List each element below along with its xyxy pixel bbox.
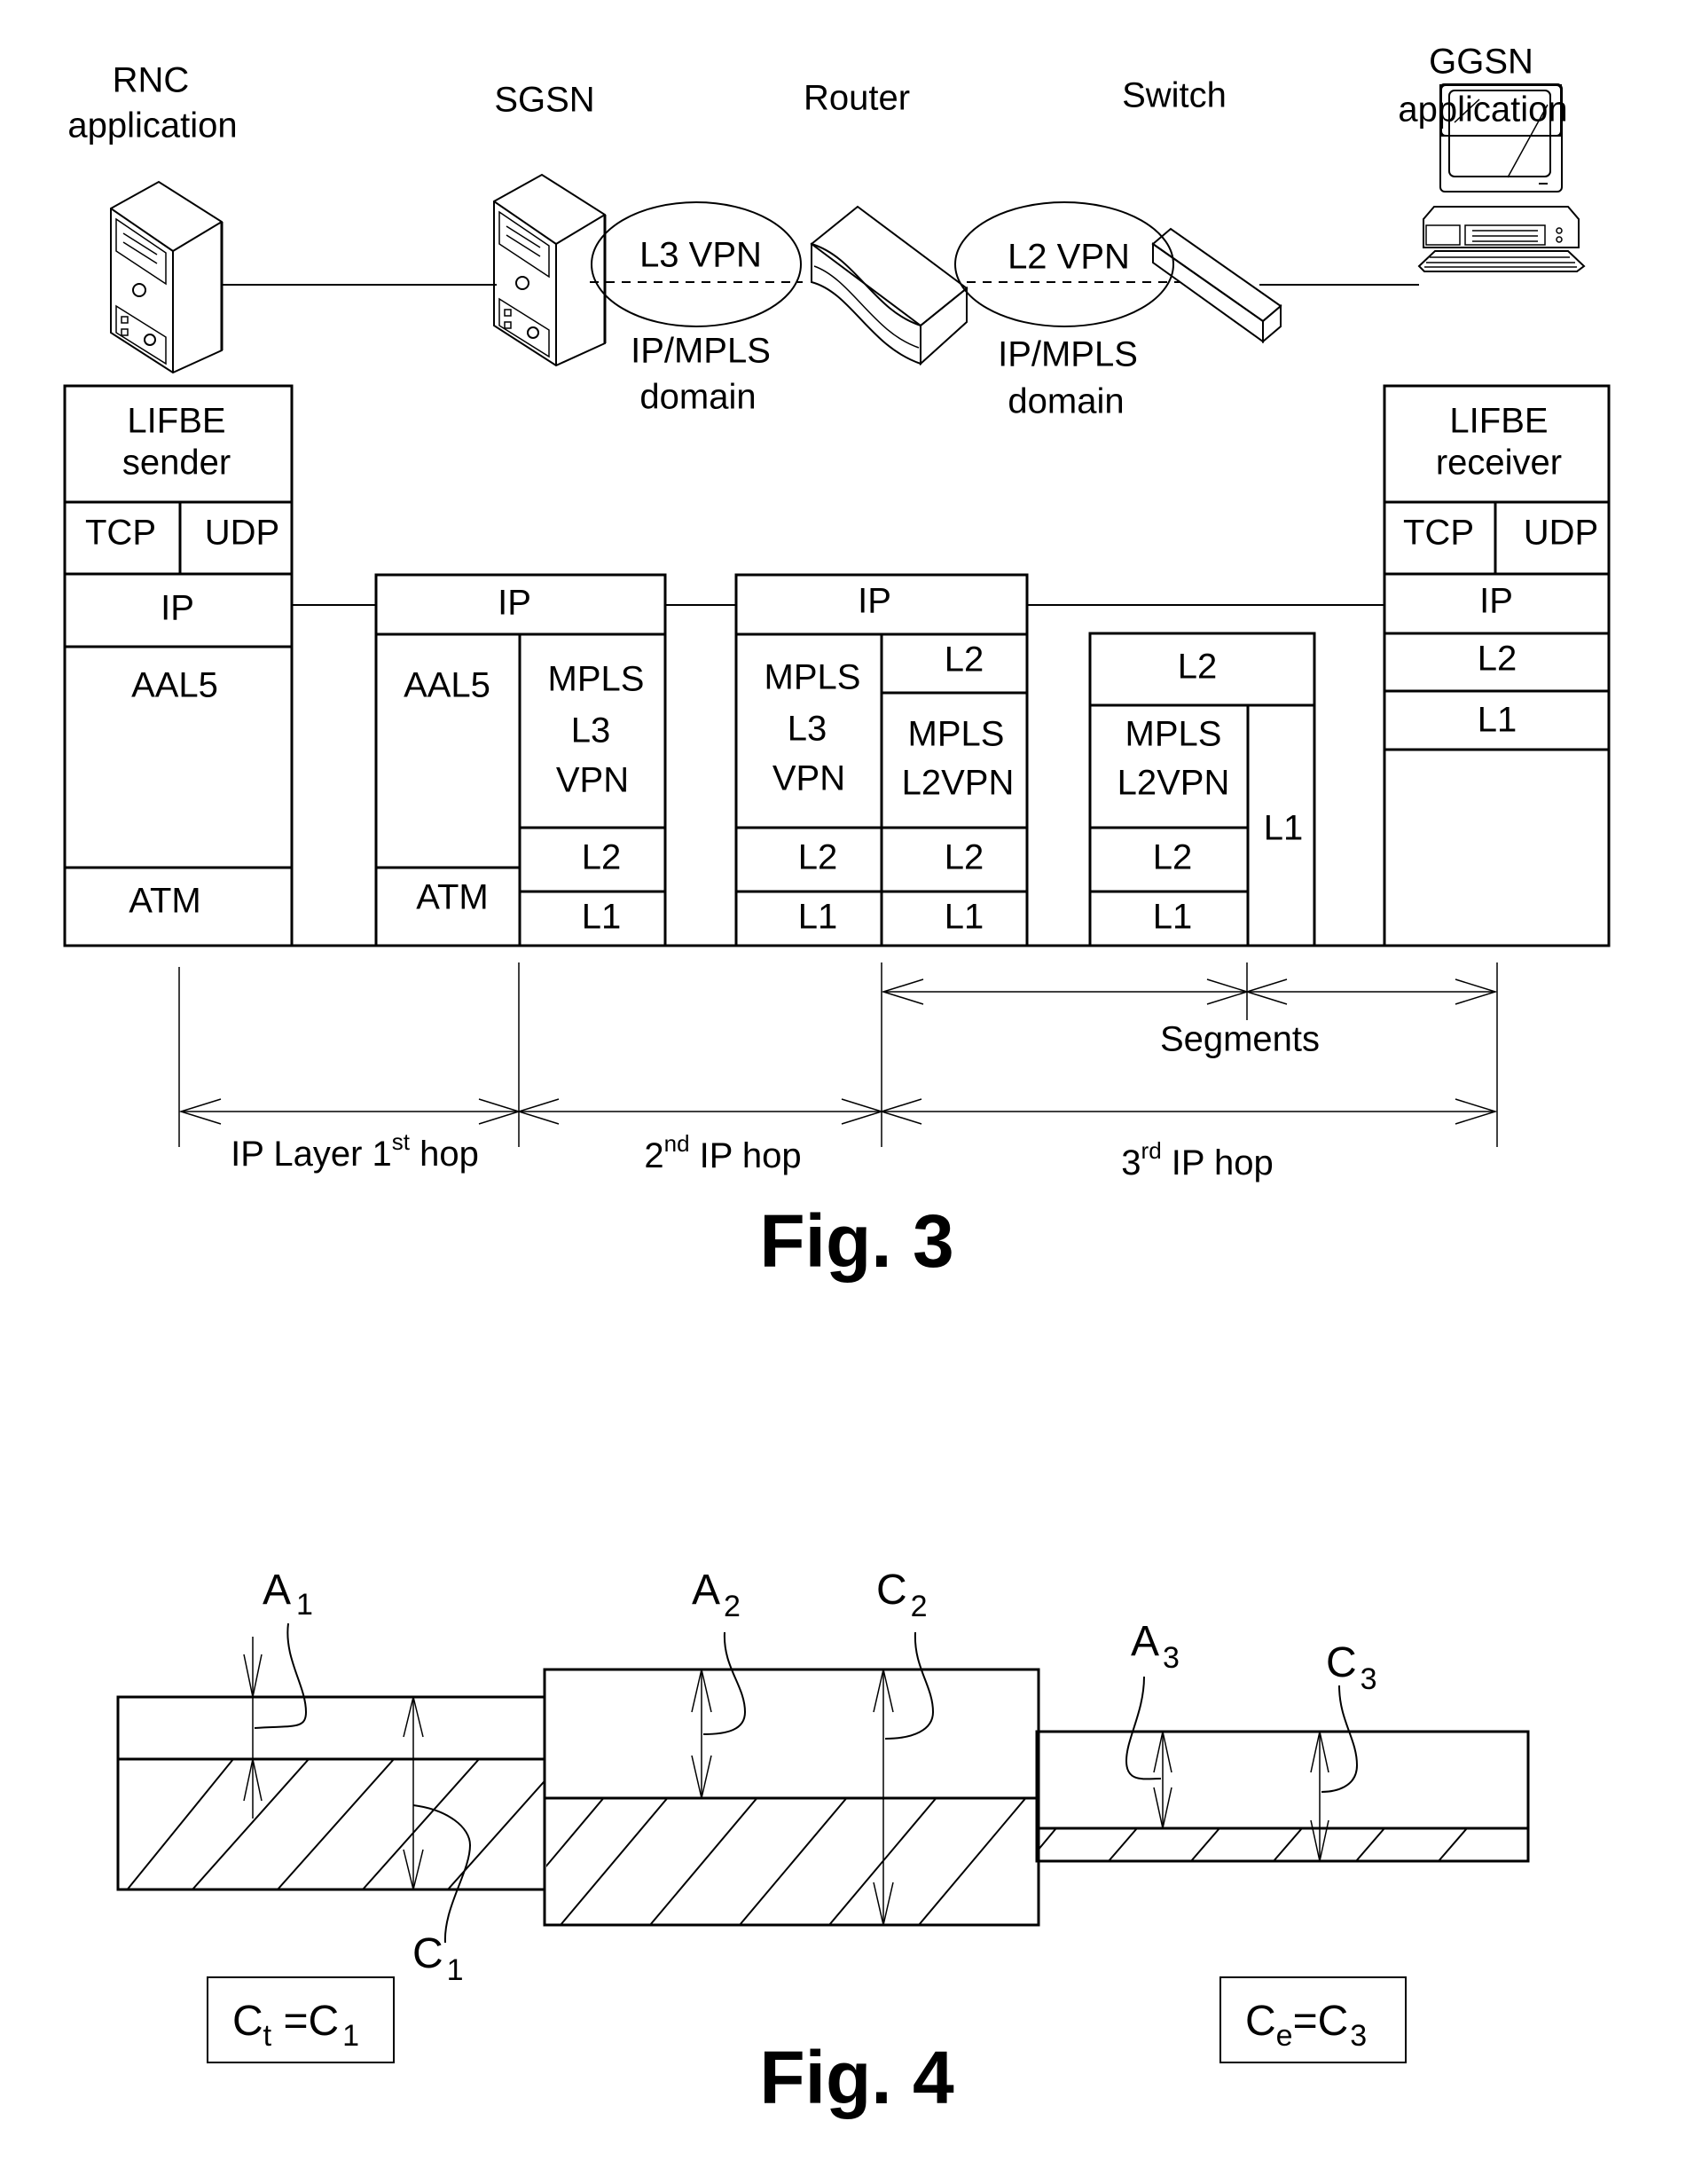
hatch-used-capacity: [1037, 1828, 1468, 1861]
label-a1: A1: [263, 1567, 313, 1622]
rnc-label-line2: application: [67, 106, 237, 145]
layer-app-line2: sender: [122, 444, 231, 483]
layer-l1: L1: [1478, 701, 1517, 740]
hop-3-label: 3rd IP hop: [1121, 1137, 1273, 1182]
dimension-arrows: [243, 1637, 1329, 1926]
hatch-used-capacity: [126, 1759, 545, 1889]
equation-box-threshold: Ct =C 1: [207, 1976, 395, 2063]
switch-label: Switch: [1122, 76, 1227, 115]
layer-right-l1: L1: [945, 898, 984, 937]
label-c3: C3: [1326, 1639, 1377, 1696]
fig-3-caption: Fig. 3: [759, 1199, 953, 1283]
l3-domain-label-line2: domain: [639, 378, 756, 417]
layer-udp: UDP: [1524, 514, 1598, 553]
layer-left-mpls-line3: VPN: [772, 759, 845, 798]
figure-3: RNC application SGSN Router Switch GGSN …: [63, 43, 1611, 1283]
segments-label: Segments: [1160, 1020, 1320, 1059]
label-c1: C1: [412, 1930, 464, 1987]
layer-ip: IP: [858, 582, 891, 621]
fig-4-caption: Fig. 4: [759, 2036, 954, 2119]
l3-domain-label-line1: IP/MPLS: [631, 332, 771, 371]
layer-top-l2: L2: [1178, 648, 1218, 687]
router-label: Router: [804, 79, 910, 118]
server-tower-icon: [493, 173, 607, 367]
layer-tcp: TCP: [85, 514, 156, 553]
layer-right-l2: L2: [945, 838, 984, 877]
stack-sgsn: IP AAL5 ATM MPLS L3 VPN L2 L1: [374, 573, 667, 947]
figure-4: A1 A2 C2 A3 C3 C1 Ct =C 1 Ce=C3 Fig. 4: [116, 1567, 1530, 2119]
layer-left-mpls-line1: MPLS: [765, 658, 861, 697]
stack-router: IP MPLS L3 VPN L2 L1 L2 MPLS L2VPN L2 L1: [734, 573, 1029, 947]
router-icon: [810, 205, 968, 366]
layer-left-mpls-line2: L3: [788, 710, 827, 749]
layer-mpls-line2: L3: [571, 711, 611, 750]
layer-left-l2: L2: [798, 838, 838, 877]
layer-aal5: AAL5: [131, 666, 218, 705]
rnc-label-line1: RNC: [113, 61, 190, 100]
layer-atm: ATM: [416, 878, 488, 917]
ggsn-label-line2: application: [1398, 90, 1567, 130]
stack-switch: L2 MPLS L2VPN L2 L1 L1: [1088, 632, 1316, 947]
l3-vpn-label: L3 VPN: [639, 236, 762, 275]
layer-ip: IP: [1479, 582, 1513, 621]
hop-dimensions: Segments IP Layer 1st hop 2nd IP hop 3rd…: [178, 962, 1498, 1182]
layer-l2: L2: [1153, 838, 1193, 877]
layer-ip: IP: [161, 589, 194, 628]
l2-vpn-label: L2 VPN: [1008, 238, 1130, 277]
layer-udp: UDP: [205, 514, 279, 553]
pipe-hop-3: [1035, 1730, 1530, 1863]
layer-mpls-line3: VPN: [556, 761, 629, 800]
patent-figures: RNC application SGSN Router Switch GGSN …: [63, 43, 1611, 2119]
equation-box-end: Ce=C3: [1219, 1976, 1407, 2063]
stack-lifbe-sender: LIFBE sender TCP UDP IP AAL5 ATM: [63, 384, 294, 947]
sgsn-label: SGSN: [494, 81, 594, 120]
layer-l1: L1: [582, 898, 622, 937]
label-c2: C2: [876, 1567, 928, 1623]
layer-side-l1: L1: [1264, 809, 1304, 848]
layer-l2: L2: [1478, 640, 1517, 679]
l2-domain-label-line2: domain: [1008, 382, 1124, 421]
hop-1-label: IP Layer 1st hop: [231, 1128, 479, 1174]
layer-app-line1: LIFBE: [1449, 402, 1548, 441]
pipe-hop-2: [543, 1668, 1040, 1927]
layer-mpls-line1: MPLS: [548, 660, 645, 699]
svg-text:Ct =C1: Ct =C 1: [232, 1998, 359, 2053]
pipe-hop-1: [116, 1695, 546, 1891]
layer-mpls-line2: L2VPN: [1117, 764, 1230, 803]
label-a2: A2: [692, 1567, 741, 1623]
layer-l1: L1: [1153, 898, 1193, 937]
layer-aal5: AAL5: [404, 666, 490, 705]
layer-left-l1: L1: [798, 898, 838, 937]
stack-lifbe-receiver: LIFBE receiver TCP UDP IP L2 L1: [1383, 384, 1611, 947]
layer-app-line2: receiver: [1436, 444, 1562, 483]
layer-app-line1: LIFBE: [127, 402, 225, 441]
svg-text:Ce=C3: Ce=C3: [1245, 1998, 1367, 2053]
layer-right-mpls-line2: L2VPN: [902, 764, 1015, 803]
layer-l2: L2: [582, 838, 622, 877]
layer-right-top-l2: L2: [945, 640, 984, 680]
leader-lines: [254, 1622, 1359, 1944]
layer-ip: IP: [498, 584, 531, 623]
label-a3: A3: [1131, 1618, 1180, 1675]
layer-atm: ATM: [129, 882, 200, 921]
ggsn-label-line1: GGSN: [1429, 43, 1533, 82]
hop-2-label: 2nd IP hop: [644, 1130, 801, 1175]
hatch-used-capacity: [546, 1798, 1027, 1925]
layer-right-mpls-line1: MPLS: [908, 715, 1005, 754]
layer-mpls-line1: MPLS: [1125, 715, 1222, 754]
layer-tcp: TCP: [1403, 514, 1474, 553]
l2-domain-label-line1: IP/MPLS: [998, 335, 1138, 374]
server-tower-icon: [110, 180, 223, 374]
